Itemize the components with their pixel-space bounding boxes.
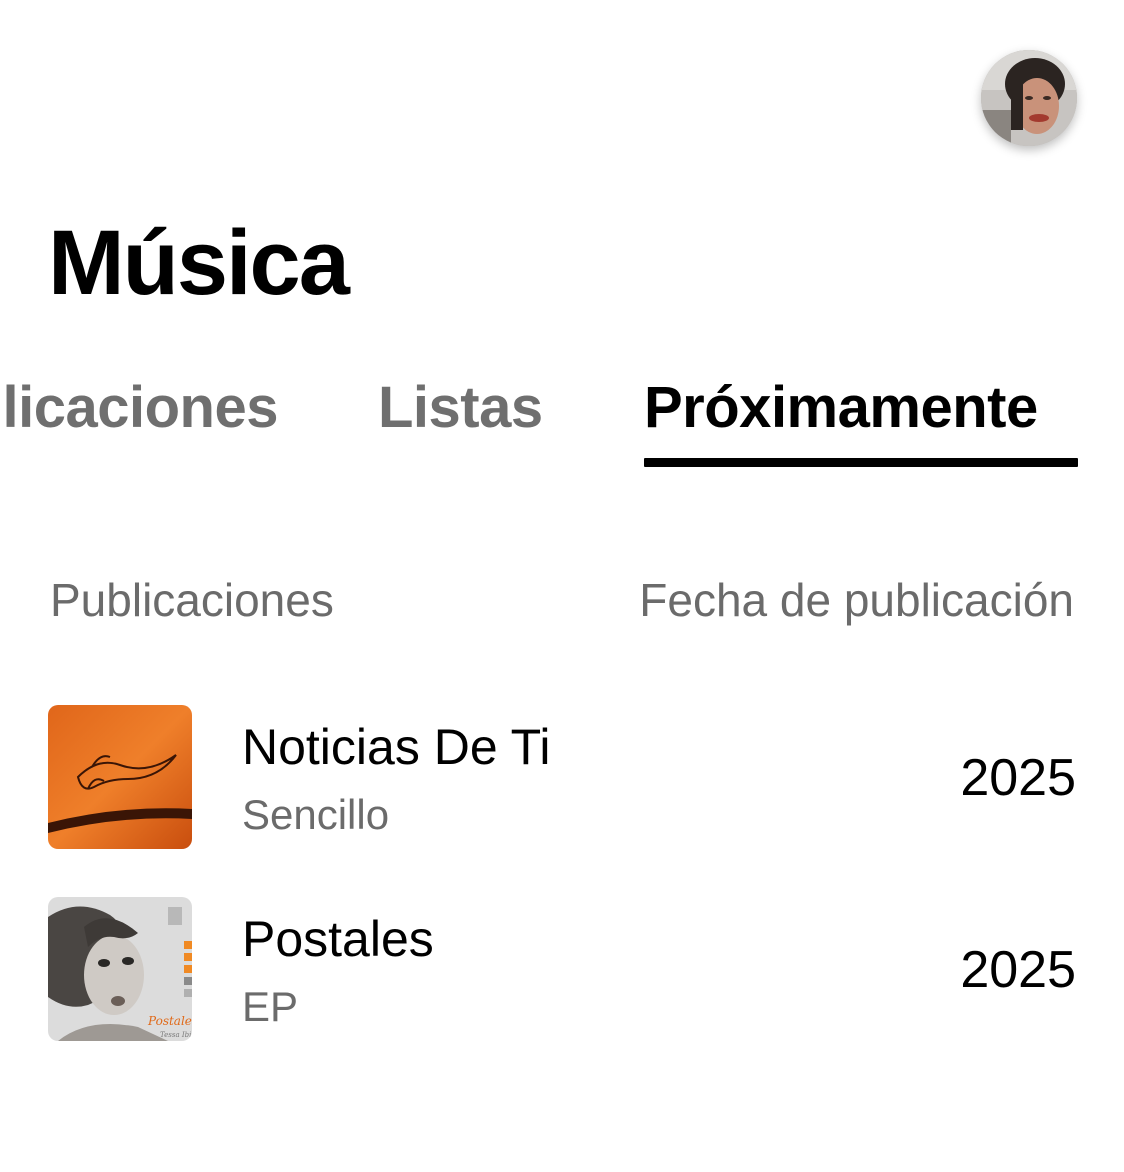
tab-proximamente[interactable]: Próximamente (644, 370, 1038, 446)
orange-tattoo-cover-icon (48, 705, 192, 849)
cover-art-noticias-de-ti (48, 705, 192, 849)
tab-bar: licaciones Listas Próximamente (0, 370, 1124, 470)
page: Música licaciones Listas Próximamente Pu… (0, 0, 1124, 1172)
release-year: 2025 (960, 941, 1076, 999)
release-row[interactable]: Noticias De Ti Sencillo 2025 (48, 705, 1076, 849)
active-tab-indicator (644, 458, 1078, 467)
release-title: Noticias De Ti (242, 719, 551, 775)
page-title: Música (48, 212, 350, 314)
release-year: 2025 (960, 749, 1076, 807)
avatar-photo-icon (981, 50, 1077, 146)
cover-art-postales: Postales Tessa Ibi (48, 897, 192, 1041)
release-row[interactable]: Postales Tessa Ibi Postales EP 2025 (48, 897, 1076, 1041)
column-header-fecha[interactable]: Fecha de publicación (639, 572, 1074, 628)
release-type: EP (242, 983, 299, 1030)
release-title: Postales (242, 911, 434, 967)
tab-publicaciones[interactable]: licaciones (3, 370, 279, 446)
profile-avatar[interactable] (981, 50, 1077, 146)
tab-listas[interactable]: Listas (378, 370, 543, 446)
svg-text:Tessa Ibi: Tessa Ibi (160, 1031, 191, 1039)
postales-cover-icon: Postales Tessa Ibi (48, 897, 192, 1041)
column-header-publicaciones[interactable]: Publicaciones (50, 572, 334, 628)
release-type: Sencillo (242, 791, 390, 838)
svg-text:Postales: Postales (147, 1014, 192, 1028)
